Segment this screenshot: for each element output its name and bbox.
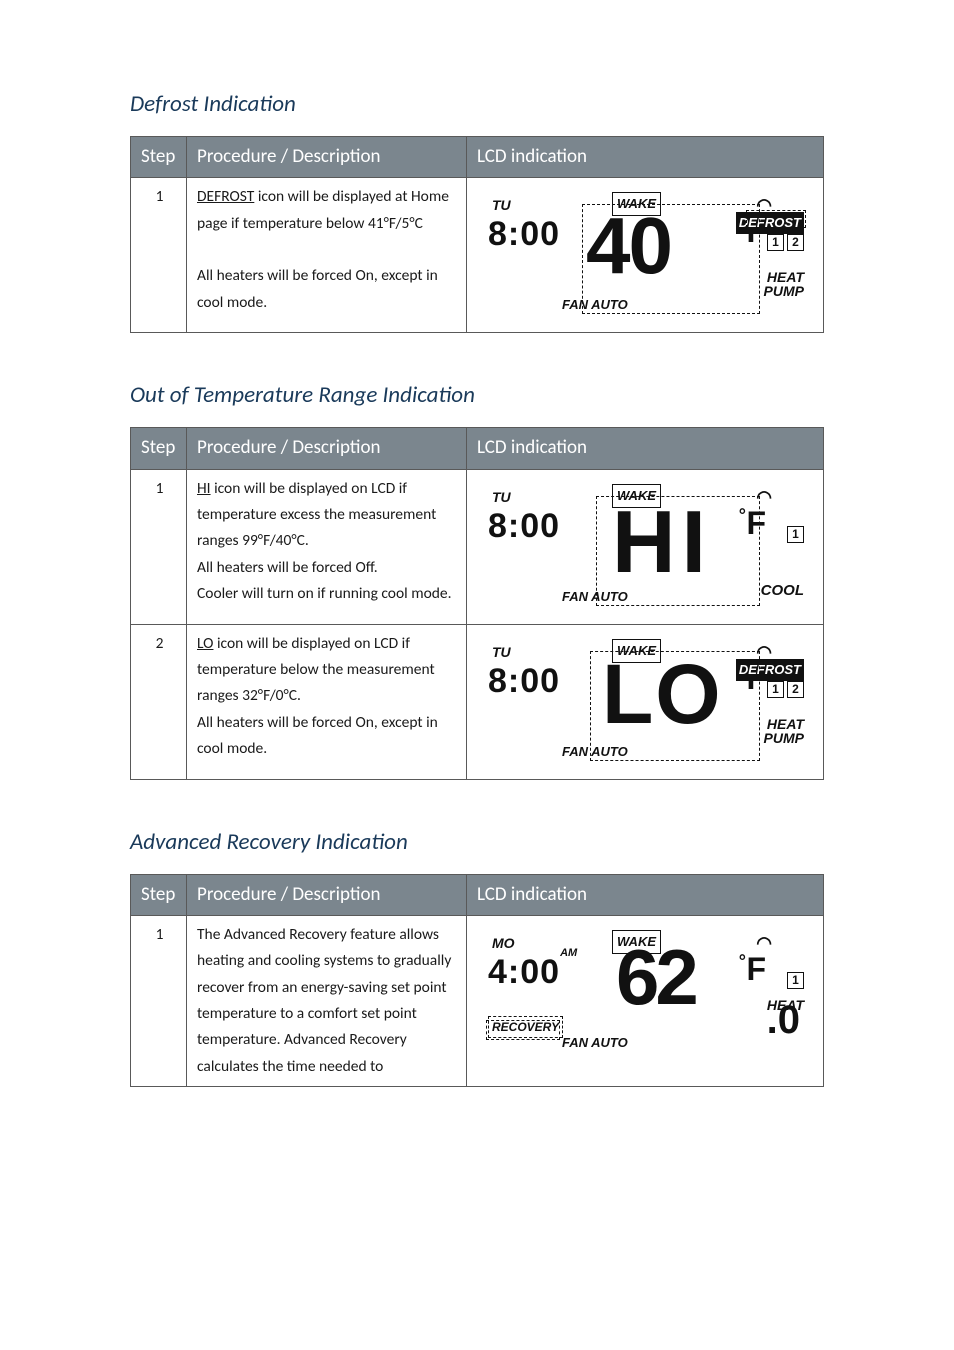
lo-keyword: LO [197, 634, 213, 653]
lcd-display: TU WAKE ◠ 8:00 ° F DEFROST 1 2 HEAT PUMP… [486, 637, 806, 767]
table-row: 1 The Advanced Recovery feature allows h… [131, 915, 824, 1086]
col-lcd: LCD indication [467, 874, 824, 915]
col-step: Step [131, 874, 187, 915]
col-lcd: LCD indication [467, 428, 824, 469]
table-row: 2 LO icon will be displayed on LCD if te… [131, 624, 824, 779]
procedure-cell: The Advanced Recovery feature allows hea… [187, 915, 467, 1086]
lcd-dashed-highlight [590, 651, 760, 761]
lcd-big-value: 62 [616, 942, 695, 1012]
step-number: 2 [131, 624, 187, 779]
table-header-row: Step Procedure / Description LCD indicat… [131, 428, 824, 469]
lcd-stage-1: 1 [767, 234, 784, 251]
lcd-pump-label: PUMP [764, 280, 804, 304]
procedure-text: icon will be displayed on LCD if tempera… [197, 634, 435, 706]
lcd-decimal-value: .0 [767, 986, 800, 1054]
procedure-cell: HI icon will be displayed on LCD if temp… [187, 469, 467, 624]
lcd-clock: 8:00 [488, 206, 560, 264]
lcd-stage-2: 2 [787, 234, 804, 251]
lcd-stage-1: 1 [767, 681, 784, 698]
lcd-cell: MO WAKE ◠ 4:00AM ° F 1 HEAT RECOVERY FAN… [467, 915, 824, 1086]
lcd-clock: 4:00AM [488, 944, 577, 1002]
lcd-clock: 8:00 [488, 653, 560, 711]
procedure-text: All heaters will be forced Off. [197, 558, 378, 577]
procedure-text: The Advanced Recovery feature allows hea… [197, 925, 451, 1076]
defrost-keyword: DEFROST [197, 187, 254, 206]
col-proc: Procedure / Description [187, 874, 467, 915]
lcd-display: MO WAKE ◠ 4:00AM ° F 1 HEAT RECOVERY FAN… [486, 928, 806, 1058]
hi-keyword: HI [197, 479, 211, 498]
lcd-dashed-highlight [582, 204, 760, 314]
section-title-defrost: Defrost Indication [130, 90, 824, 118]
section-title-range: Out of Temperature Range Indication [130, 381, 824, 409]
defrost-table: Step Procedure / Description LCD indicat… [130, 136, 824, 333]
procedure-text: icon will be displayed on LCD if tempera… [197, 479, 436, 551]
lcd-pump-label: PUMP [764, 727, 804, 751]
lcd-stage-1: 1 [787, 526, 804, 543]
lcd-cool-label: COOL [761, 578, 804, 604]
table-row: 1 DEFROST icon will be displayed at Home… [131, 178, 824, 333]
lcd-degree: ° [739, 946, 746, 977]
step-number: 1 [131, 178, 187, 333]
procedure-cell: DEFROST icon will be displayed at Home p… [187, 178, 467, 333]
step-number: 1 [131, 469, 187, 624]
procedure-text: All heaters will be forced On, except in… [197, 266, 438, 311]
col-step: Step [131, 137, 187, 178]
col-proc: Procedure / Description [187, 428, 467, 469]
col-step: Step [131, 428, 187, 469]
procedure-text: Cooler will turn on if running cool mode… [197, 584, 452, 603]
range-table: Step Procedure / Description LCD indicat… [130, 427, 824, 779]
lcd-cell: TU WAKE ◠ 8:00 ° F DEFROST 1 2 HEAT PUMP… [467, 624, 824, 779]
lcd-display: TU WAKE ◠ 8:00 ° F 1 COOL FAN AUTO HI [486, 482, 806, 612]
lcd-dashed-highlight [596, 496, 760, 606]
lcd-cell: TU WAKE ◠ 8:00 ° F DEFROST 1 2 HEAT PUMP… [467, 178, 824, 333]
lcd-dashed-highlight [486, 1020, 560, 1040]
document-page: Defrost Indication Step Procedure / Desc… [0, 0, 954, 1127]
lcd-display: TU WAKE ◠ 8:00 ° F DEFROST 1 2 HEAT PUMP… [486, 190, 806, 320]
recovery-table: Step Procedure / Description LCD indicat… [130, 874, 824, 1087]
lcd-clock: 8:00 [488, 498, 560, 556]
procedure-text: All heaters will be forced On, except in… [197, 713, 438, 758]
table-header-row: Step Procedure / Description LCD indicat… [131, 137, 824, 178]
lcd-stage-2: 2 [787, 681, 804, 698]
procedure-cell: LO icon will be displayed on LCD if temp… [187, 624, 467, 779]
lcd-fan-label: FAN AUTO [562, 1032, 628, 1054]
lcd-cell: TU WAKE ◠ 8:00 ° F 1 COOL FAN AUTO HI [467, 469, 824, 624]
col-lcd: LCD indication [467, 137, 824, 178]
lcd-ampm: AM [560, 947, 577, 959]
section-title-recovery: Advanced Recovery Indication [130, 828, 824, 856]
table-row: 1 HI icon will be displayed on LCD if te… [131, 469, 824, 624]
table-header-row: Step Procedure / Description LCD indicat… [131, 874, 824, 915]
step-number: 1 [131, 915, 187, 1086]
lcd-unit: F [746, 942, 766, 996]
col-proc: Procedure / Description [187, 137, 467, 178]
